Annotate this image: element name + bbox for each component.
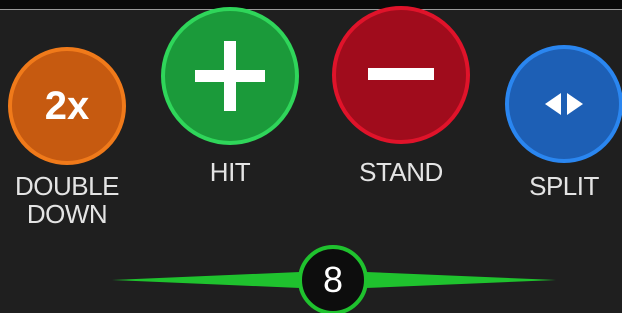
blackjack-action-panel: 2x DOUBLE DOWN HIT STAND SPLIT 8 xyxy=(0,0,622,313)
hand-total-badge: 8 xyxy=(298,245,368,313)
